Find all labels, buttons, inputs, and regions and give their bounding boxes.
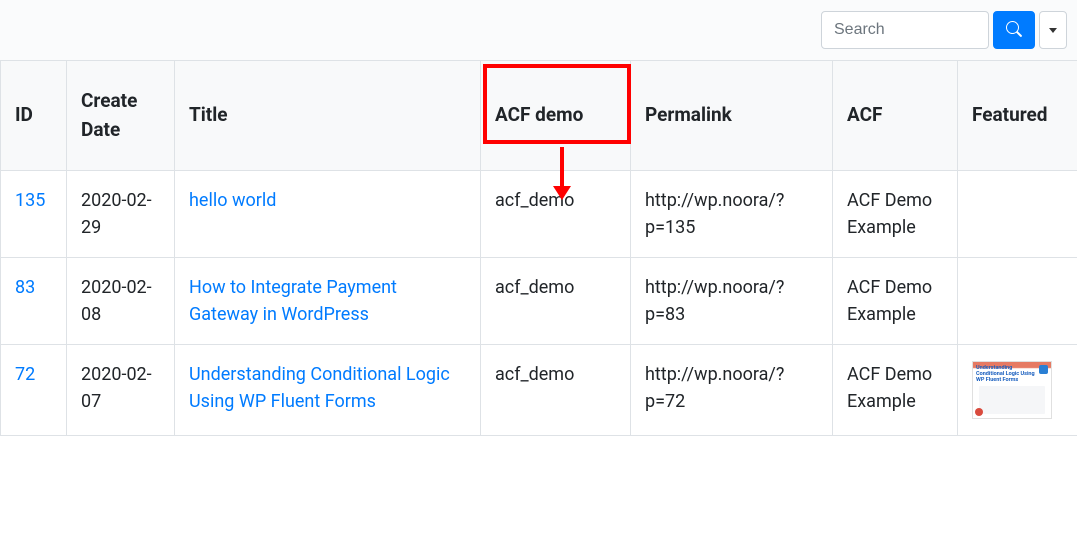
row-title-link[interactable]: hello world [189,190,276,211]
column-header-acf[interactable]: ACF [833,61,958,171]
data-table: ID Create Date Title ACF demo Permalink … [0,60,1077,436]
row-create-date: 2020-02-07 [67,345,175,436]
row-title-link[interactable]: How to Integrate Payment Gateway in Word… [189,277,397,325]
search-icon [1006,21,1022,40]
thumb-form-area [979,386,1045,414]
table-row: 83 2020-02-08 How to Integrate Payment G… [1,258,1077,345]
options-dropdown-button[interactable] [1039,11,1067,49]
row-acf-demo: acf_demo [481,258,631,345]
row-permalink: http://wp.noora/?p=72 [631,345,833,436]
column-header-acf-demo[interactable]: ACF demo [481,61,631,171]
row-title-link[interactable]: Understanding Conditional Logic Using WP… [189,364,450,412]
featured-thumbnail[interactable]: Understanding Conditional Logic Using WP… [972,361,1052,419]
table-header-row: ID Create Date Title ACF demo Permalink … [1,61,1077,171]
row-id-link[interactable]: 135 [15,190,45,211]
row-id-link[interactable]: 72 [15,364,35,385]
row-acf: ACF Demo Example [833,345,958,436]
table-row: 135 2020-02-29 hello world acf_demo http… [1,171,1077,258]
column-header-create-date[interactable]: Create Date [67,61,175,171]
column-header-id[interactable]: ID [1,61,67,171]
search-button[interactable] [993,11,1035,49]
column-header-featured[interactable]: Featured [958,61,1077,171]
caret-down-icon [1049,28,1057,33]
thumb-dot-icon [975,408,983,416]
row-permalink: http://wp.noora/?p=135 [631,171,833,258]
row-featured [958,171,1077,258]
row-id-link[interactable]: 83 [15,277,35,298]
thumb-badge-icon [1039,365,1048,374]
thumb-title-text: Understanding Conditional Logic Using WP… [976,365,1039,383]
column-header-permalink[interactable]: Permalink [631,61,833,171]
column-header-title[interactable]: Title [175,61,481,171]
search-input[interactable] [821,11,989,49]
toolbar [0,0,1077,60]
row-create-date: 2020-02-08 [67,258,175,345]
row-acf-demo: acf_demo [481,345,631,436]
table-row: 72 2020-02-07 Understanding Conditional … [1,345,1077,436]
row-acf: ACF Demo Example [833,258,958,345]
row-create-date: 2020-02-29 [67,171,175,258]
row-acf-demo: acf_demo [481,171,631,258]
row-featured [958,258,1077,345]
row-acf: ACF Demo Example [833,171,958,258]
row-permalink: http://wp.noora/?p=83 [631,258,833,345]
row-featured: Understanding Conditional Logic Using WP… [958,345,1077,436]
